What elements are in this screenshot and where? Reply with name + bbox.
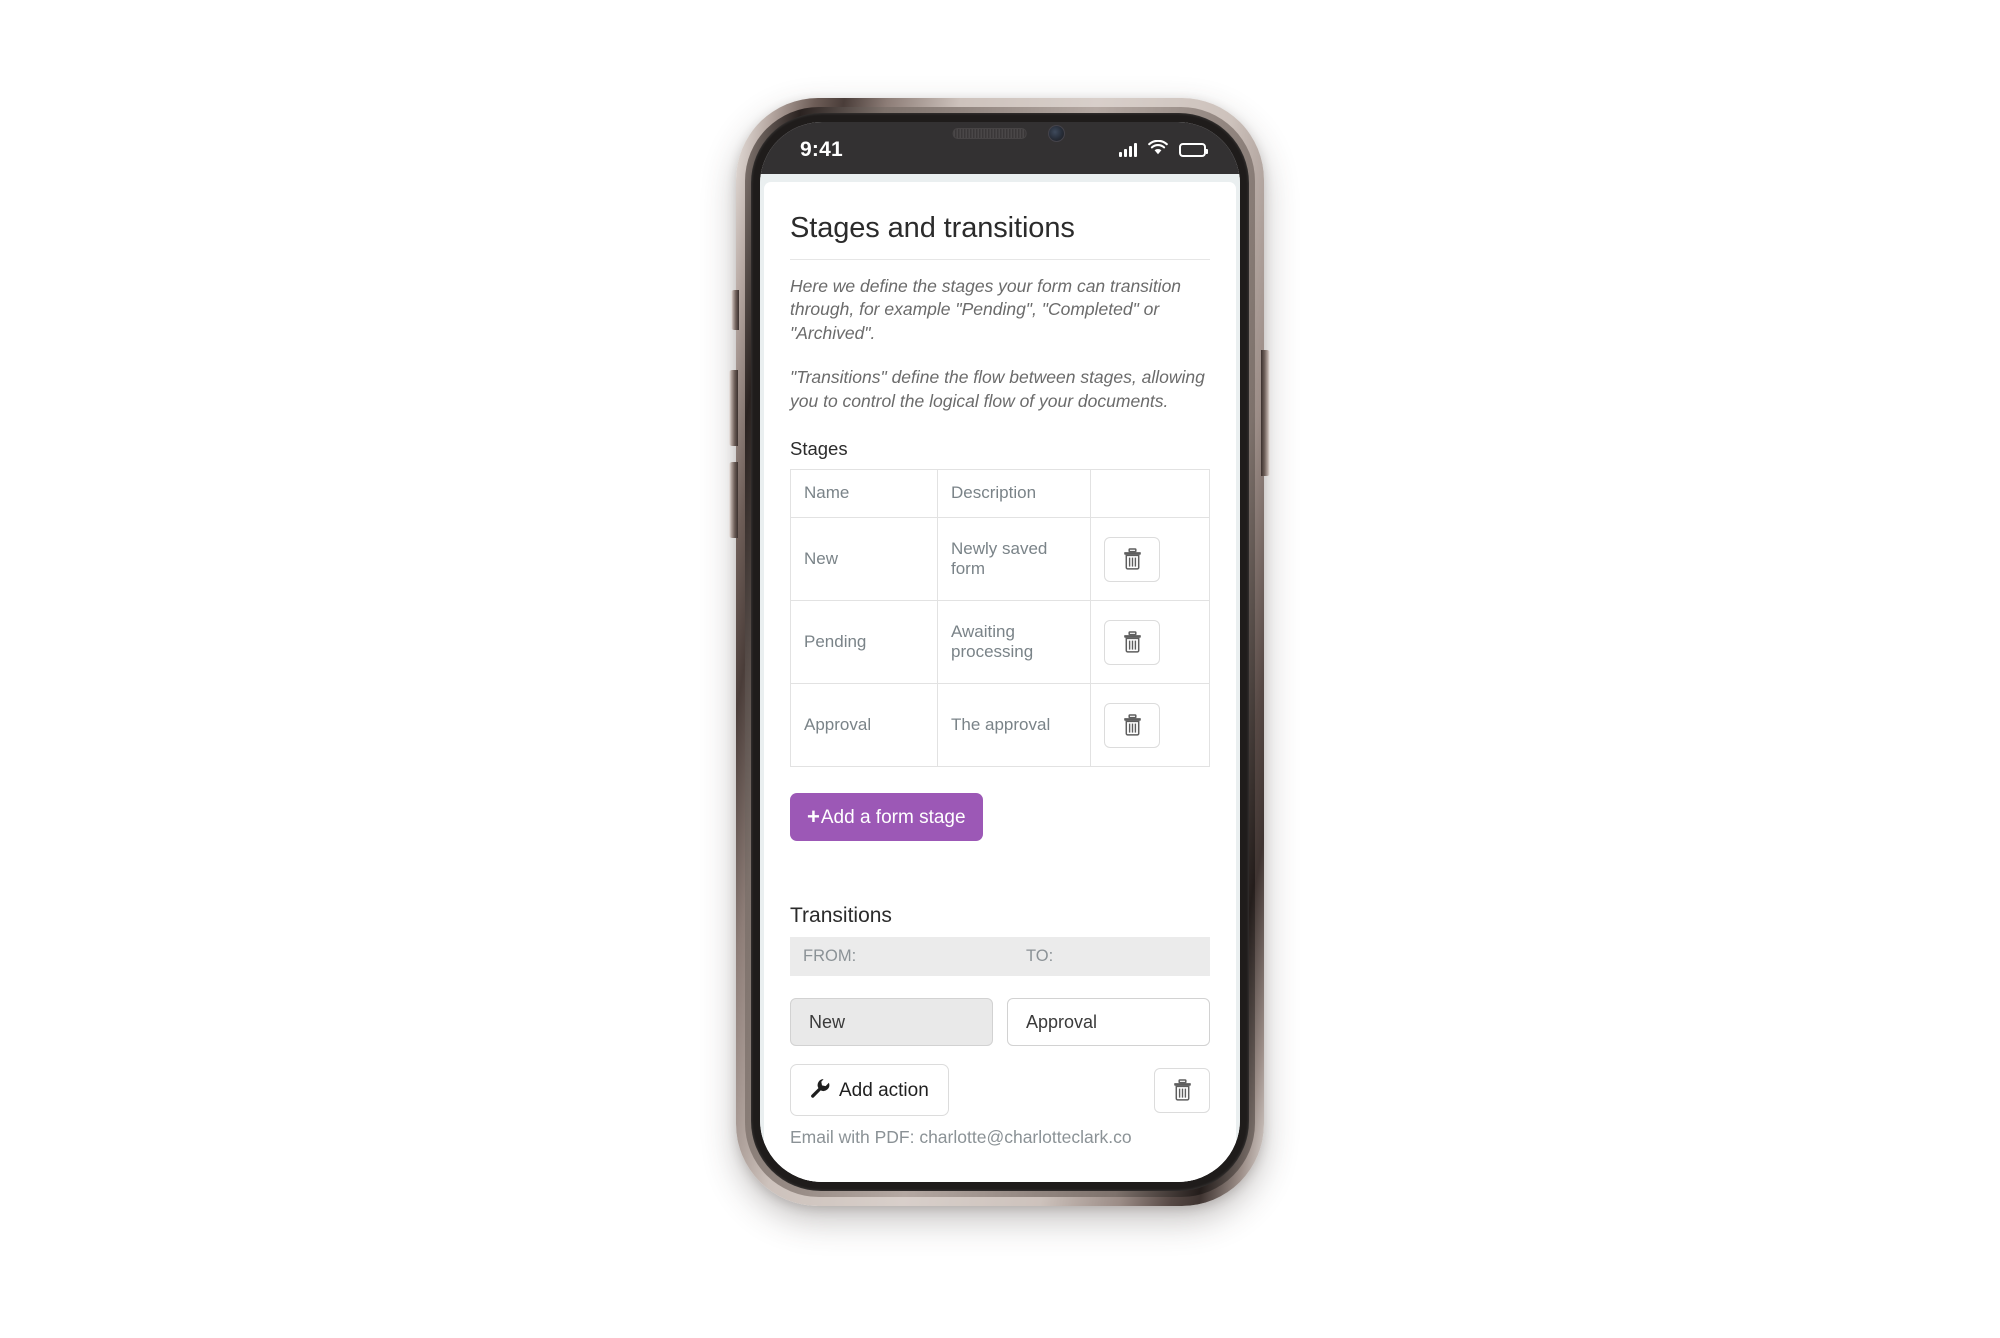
trash-icon: [1173, 1079, 1191, 1101]
signal-bars-icon: [1119, 143, 1137, 157]
content-card: Stages and transitions Here we define th…: [764, 182, 1236, 1182]
table-row: Approval The approval: [790, 683, 1210, 768]
transition-row: New Approval: [790, 998, 1210, 1047]
table-header-row: Name Description: [790, 469, 1210, 519]
delete-stage-button[interactable]: [1104, 619, 1160, 665]
add-action-button[interactable]: Add action: [790, 1064, 949, 1117]
stages-table: Name Description New Newly saved form Pe…: [790, 469, 1210, 768]
volume-up-button[interactable]: [729, 370, 738, 446]
phone-screen: 9:41 Stages and transitions Here we defi…: [760, 122, 1240, 1182]
column-header-description: Description: [937, 469, 1091, 519]
column-header-name: Name: [790, 469, 938, 519]
front-camera-icon: [1048, 125, 1065, 142]
app-viewport: Stages and transitions Here we define th…: [760, 174, 1240, 1182]
status-bar: 9:41: [760, 122, 1240, 174]
stage-description: The approval: [937, 683, 1091, 768]
speaker-grille-icon: [952, 128, 1027, 139]
stage-description: Newly saved form: [937, 517, 1091, 602]
mute-switch[interactable]: [731, 290, 739, 330]
screenshot-canvas: 9:41 Stages and transitions Here we defi…: [0, 0, 2000, 1338]
status-indicators: [1119, 139, 1208, 160]
delete-stage-button[interactable]: [1104, 536, 1160, 582]
transition-from-select[interactable]: New: [790, 998, 993, 1047]
table-row: New Newly saved form: [790, 517, 1210, 602]
wrench-icon: [810, 1078, 830, 1102]
transition-actions-row: Add action: [790, 1064, 1210, 1117]
stage-actions-cell: [1090, 683, 1210, 768]
page-title: Stages and transitions: [790, 212, 1210, 260]
delete-stage-button[interactable]: [1104, 702, 1160, 748]
transitions-header-bar: FROM: TO:: [790, 937, 1210, 977]
trash-icon: [1123, 714, 1141, 736]
stage-description: Awaiting processing: [937, 600, 1091, 685]
delete-transition-button[interactable]: [1154, 1067, 1210, 1113]
volume-down-button[interactable]: [729, 462, 738, 538]
stage-name: Pending: [790, 600, 938, 685]
battery-full-icon: [1179, 143, 1208, 157]
wifi-icon: [1148, 139, 1168, 160]
add-action-label: Add action: [839, 1079, 929, 1101]
transition-to-select[interactable]: Approval: [1007, 998, 1210, 1047]
plus-icon: +: [807, 803, 820, 829]
trash-icon: [1123, 548, 1141, 570]
to-label: TO:: [1026, 947, 1054, 966]
power-button[interactable]: [1261, 350, 1270, 476]
stage-actions-cell: [1090, 600, 1210, 685]
stage-actions-cell: [1090, 517, 1210, 602]
stage-name: New: [790, 517, 938, 602]
transition-action-summary: Email with PDF: charlotte@charlotteclark…: [790, 1127, 1132, 1148]
status-time: 9:41: [800, 138, 843, 161]
from-label: FROM:: [803, 947, 857, 966]
add-form-stage-label: Add a form stage: [820, 806, 966, 828]
column-header-actions: [1090, 469, 1210, 519]
stage-name: Approval: [790, 683, 938, 768]
add-form-stage-button[interactable]: + Add a form stage: [790, 793, 983, 842]
table-row: Pending Awaiting processing: [790, 600, 1210, 685]
stages-heading: Stages: [790, 438, 848, 460]
intro-paragraph-1: Here we define the stages your form can …: [790, 276, 1182, 343]
intro-paragraph-2: "Transitions" define the flow between st…: [790, 367, 1205, 411]
transitions-heading: Transitions: [790, 904, 892, 928]
trash-icon: [1123, 631, 1141, 653]
